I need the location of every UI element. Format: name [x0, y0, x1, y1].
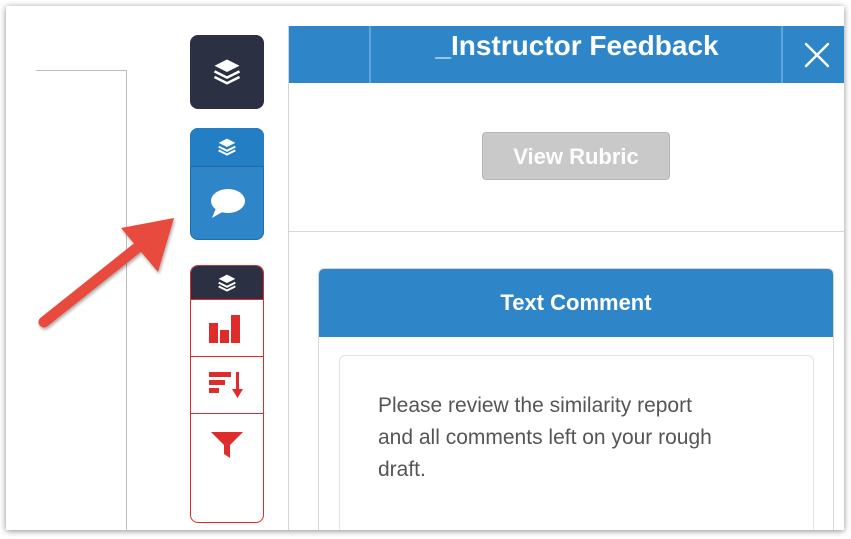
panel-divider [289, 231, 844, 232]
document-edge-top [36, 70, 126, 71]
annotation-arrow [38, 218, 174, 328]
panel-header: _Instructor Feedback [289, 26, 844, 83]
layers-icon [213, 59, 241, 85]
close-icon [804, 42, 830, 67]
comment-line: draft. [378, 458, 426, 481]
sort-tool-button[interactable] [191, 356, 263, 413]
comment-line: and all comments left on your rough [378, 426, 712, 449]
text-comment-heading: Text Comment [319, 269, 833, 337]
comment-body: Please review the similarity report and … [339, 355, 814, 530]
grading-tools-header[interactable] [191, 266, 263, 299]
comment-bubble-icon [211, 189, 245, 218]
view-rubric-button[interactable]: View Rubric [482, 132, 670, 180]
panel-title: _Instructor Feedback [435, 30, 719, 61]
layers-icon [218, 138, 236, 156]
feedback-stack-button[interactable] [190, 128, 264, 240]
comment-line: Please review the similarity report [378, 394, 692, 417]
chart-tool-button[interactable] [191, 299, 263, 356]
grading-tools-stack [190, 265, 264, 523]
close-button[interactable] [789, 26, 844, 83]
header-divider [781, 26, 783, 83]
bar-chart-icon [209, 315, 240, 343]
text-comment-card: Text Comment Please review the similarit… [318, 268, 834, 530]
feedback-panel: _Instructor Feedback View Rubric Text Co… [288, 26, 844, 530]
sort-icon [209, 372, 243, 398]
layers-icon [218, 274, 236, 292]
header-divider [369, 26, 371, 83]
window-frame: _Instructor Feedback View Rubric Text Co… [6, 6, 844, 530]
filter-tool-button[interactable] [191, 413, 263, 476]
filter-icon [211, 432, 243, 458]
layers-button[interactable] [190, 35, 264, 109]
comment-button[interactable] [190, 167, 264, 240]
feedback-stack-header [190, 128, 264, 167]
comment-text: Please review the similarity report and … [378, 390, 798, 486]
